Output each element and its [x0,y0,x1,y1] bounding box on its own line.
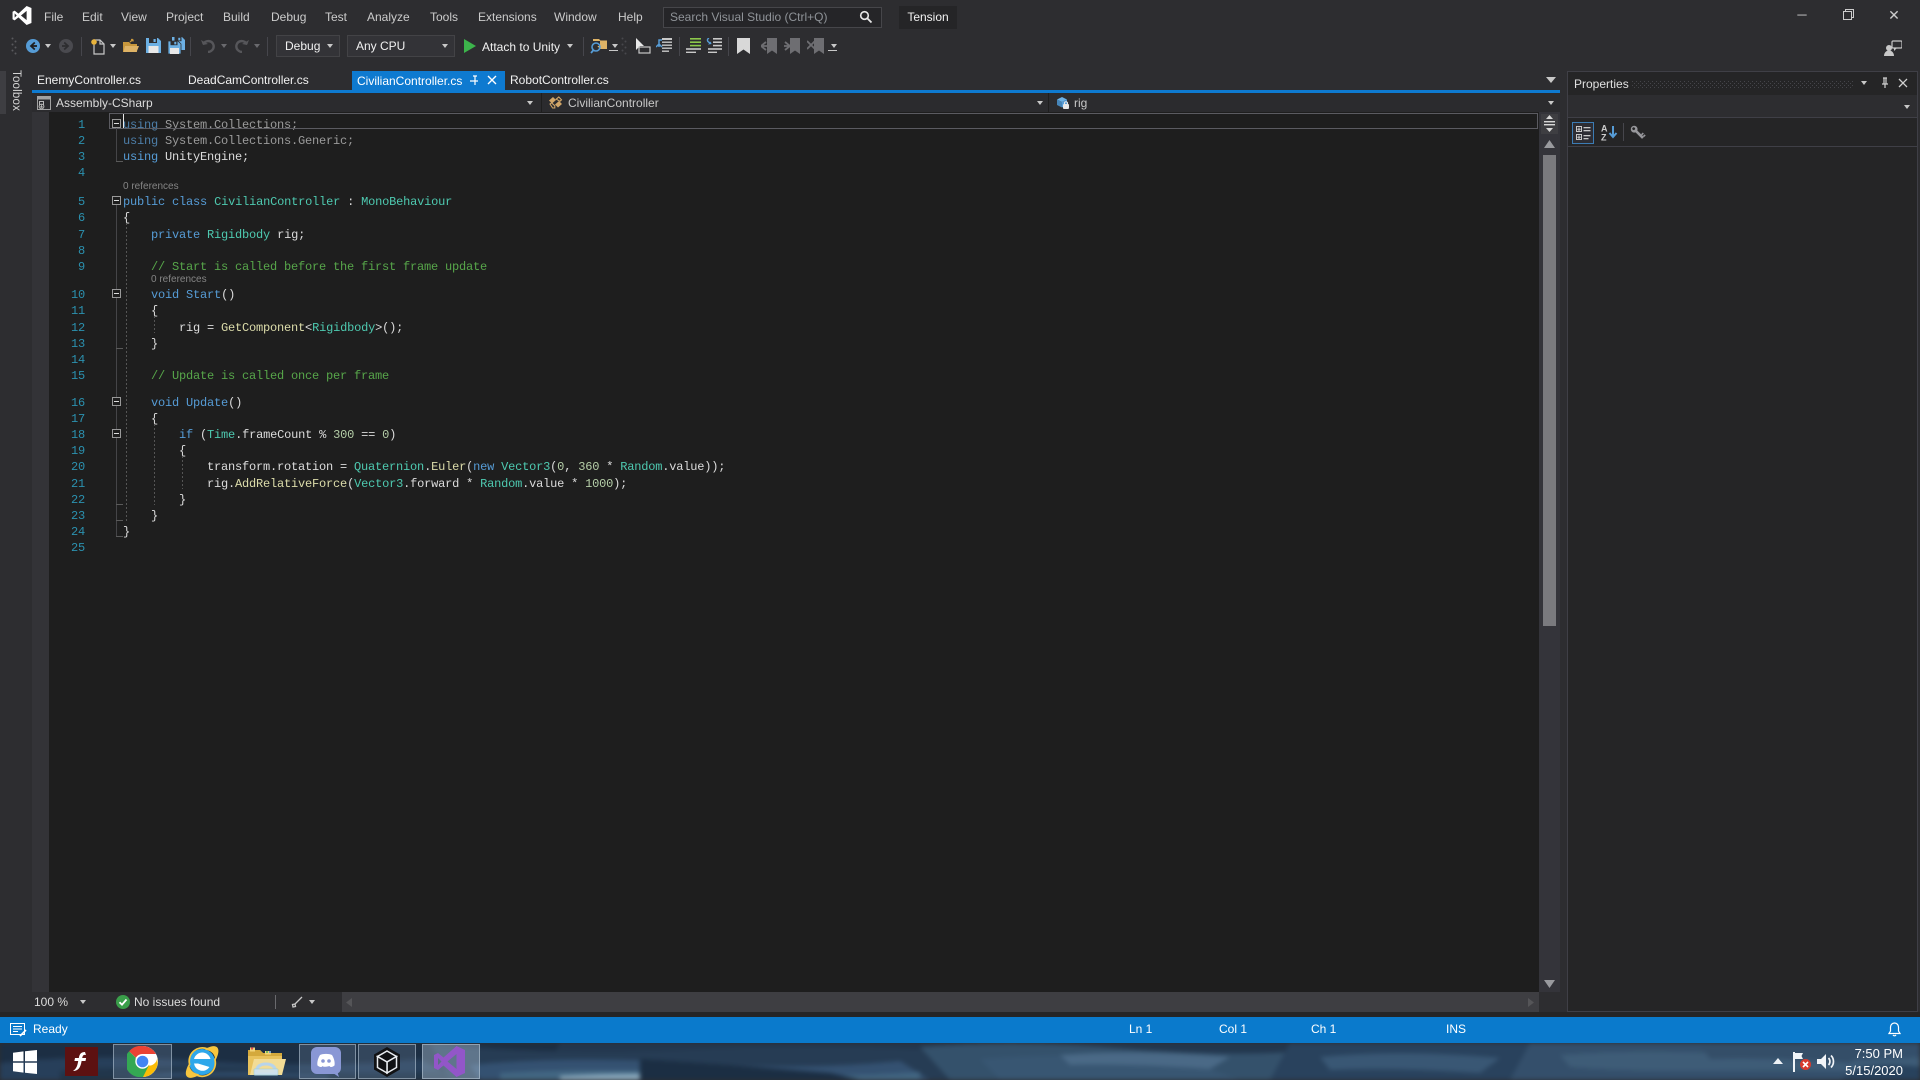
svg-text:Z: Z [1601,133,1607,142]
